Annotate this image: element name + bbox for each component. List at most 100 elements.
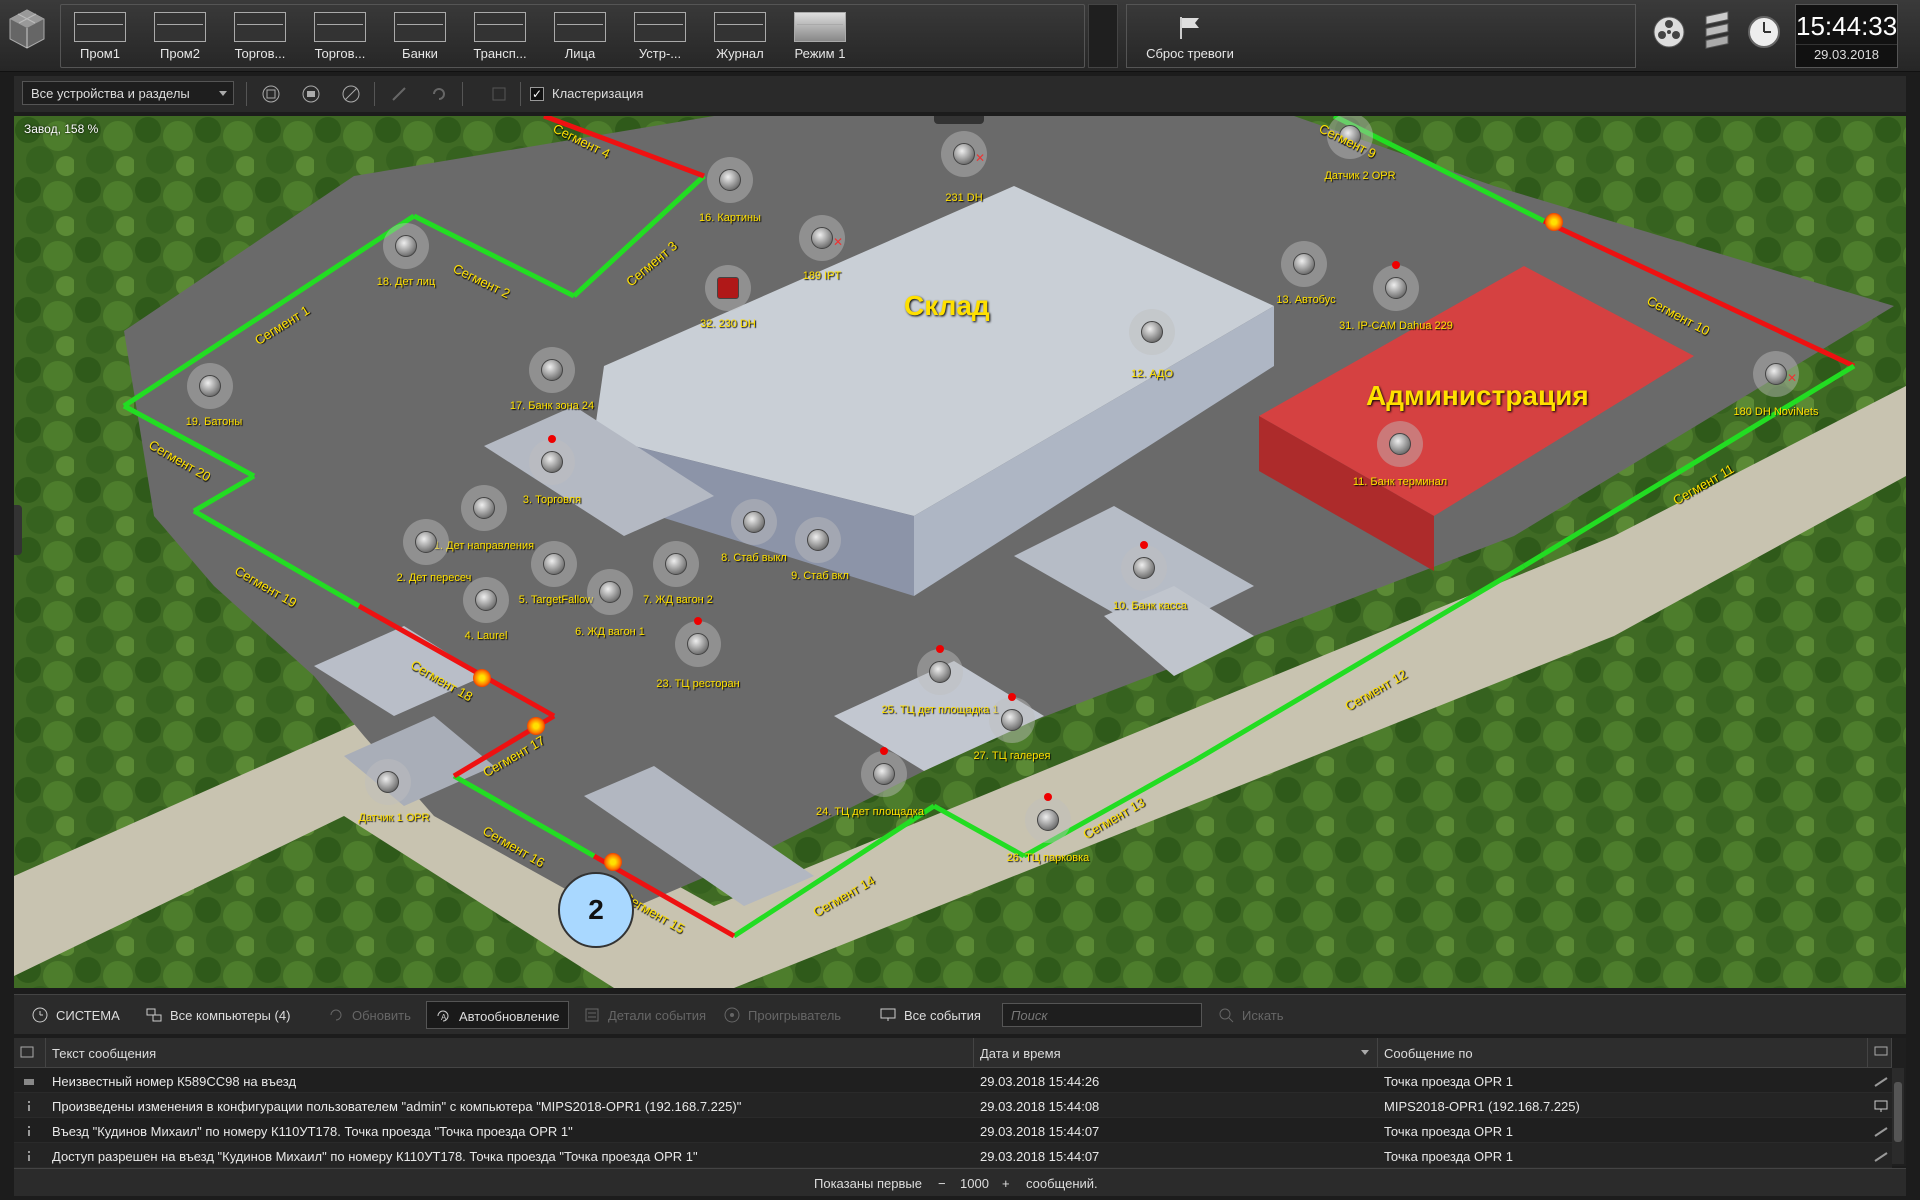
system-button[interactable]: СИСТЕМА [24, 1001, 128, 1029]
shown-count[interactable]: 1000 [960, 1176, 989, 1191]
camera-marker[interactable] [187, 363, 233, 409]
all-events-button[interactable]: Все события [872, 1001, 989, 1029]
toolbar-divider [520, 82, 521, 106]
player-label: Проигрыватель [748, 1008, 842, 1023]
panel-collapse-handle[interactable] [934, 116, 984, 124]
info-icon [28, 1101, 30, 1111]
camera-marker[interactable] [529, 435, 575, 485]
event-details-label: Детали события [608, 1008, 707, 1023]
layout-tab-active[interactable]: Режим 1 [782, 6, 858, 66]
camera-marker[interactable] [731, 499, 777, 545]
table-row[interactable]: Доступ разрешен на въезд "Кудинов Михаил… [14, 1143, 1892, 1168]
stop-icon[interactable] [302, 85, 320, 103]
cluster-badge[interactable]: 2 [558, 872, 634, 948]
camera-marker[interactable] [1373, 261, 1419, 311]
sensor-alarm-dot[interactable] [473, 669, 491, 687]
sensor-alarm-dot[interactable] [1545, 213, 1563, 231]
camera-label: 23. ТЦ ресторан [656, 678, 740, 690]
autorefresh-toggle[interactable]: A Автообновление [426, 1001, 569, 1029]
alert-dot-icon [1140, 541, 1148, 549]
camera-marker[interactable] [461, 485, 507, 531]
layout-thumbnail-icon [234, 12, 286, 42]
alarm-sensor-marker[interactable] [705, 265, 751, 311]
camera-marker[interactable] [587, 569, 633, 615]
all-computers-button[interactable]: Все компьютеры (4) [138, 1001, 298, 1029]
layout-tab[interactable]: Торгов... [222, 6, 298, 66]
layout-tab[interactable]: Трансп... [462, 6, 538, 66]
search-input[interactable] [1002, 1003, 1202, 1027]
player-button[interactable]: Проигрыватель [716, 1001, 849, 1029]
camera-label: 7. ЖД вагон 2 [643, 594, 713, 606]
layout-tab[interactable]: Пром2 [142, 6, 218, 66]
camera-marker[interactable] [531, 541, 577, 587]
edit-icon[interactable] [390, 85, 408, 103]
side-panel-handle[interactable] [14, 505, 22, 555]
sensor-alarm-dot[interactable] [604, 853, 622, 871]
search-button[interactable]: Искать [1210, 1001, 1292, 1029]
alarm-reset-button[interactable]: Сброс тревоги [1135, 11, 1245, 65]
layout-tab[interactable]: Торгов... [302, 6, 378, 66]
camera-marker[interactable]: ✕ [1753, 351, 1799, 397]
camera-marker[interactable] [1377, 421, 1423, 467]
clock-icon[interactable] [1745, 10, 1783, 54]
site-map[interactable]: Завод, 158 % Склад Администрация 16. Кар… [14, 116, 1906, 988]
camera-marker[interactable] [529, 347, 575, 393]
sensor-marker[interactable] [365, 759, 411, 805]
column-header-text[interactable]: Текст сообщения [46, 1038, 974, 1067]
camera-marker[interactable] [1121, 541, 1167, 591]
dome-camera-icon [1765, 363, 1787, 385]
stop-icon[interactable] [262, 85, 280, 103]
camera-marker[interactable] [707, 157, 753, 203]
servers-icon[interactable] [1698, 10, 1736, 54]
scrollbar-thumb[interactable] [1894, 1082, 1902, 1142]
camera-marker[interactable] [861, 747, 907, 797]
dome-camera-icon [953, 143, 975, 165]
cluster-count: 2 [588, 894, 604, 925]
camera-marker[interactable] [1025, 793, 1071, 843]
layout-tab[interactable]: Лица [542, 6, 618, 66]
table-scrollbar[interactable] [1892, 1068, 1904, 1164]
column-header-source[interactable]: Сообщение по [1378, 1038, 1868, 1067]
camera-marker[interactable] [917, 645, 963, 695]
clock-icon [32, 1007, 48, 1023]
camera-marker[interactable]: ✕ [941, 131, 987, 177]
arm-icon[interactable] [490, 85, 508, 103]
layout-tab[interactable]: Устр-... [622, 6, 698, 66]
clustering-checkbox[interactable]: ✓ [530, 87, 544, 101]
layout-tab[interactable]: Пром1 [62, 6, 138, 66]
video-reel-icon[interactable] [1650, 10, 1688, 54]
camera-marker[interactable]: ✕ [799, 215, 845, 261]
layout-thumbnail-icon [634, 12, 686, 42]
camera-marker[interactable] [1281, 241, 1327, 287]
camera-marker[interactable] [403, 519, 449, 565]
increase-count-button[interactable]: + [1002, 1176, 1010, 1191]
refresh-button[interactable]: Обновить [320, 1001, 419, 1029]
layout-tab[interactable]: Банки [382, 6, 458, 66]
dome-camera-icon [473, 497, 495, 519]
clock-date: 29.03.2018 [1796, 44, 1897, 62]
device-scope-select[interactable]: Все устройства и разделы [22, 81, 234, 105]
event-details-button[interactable]: Детали события [576, 1001, 714, 1029]
rotate-icon[interactable] [430, 85, 448, 103]
camera-marker[interactable] [383, 223, 429, 269]
camera-marker[interactable] [989, 693, 1035, 743]
column-header-datetime[interactable]: Дата и время [974, 1038, 1378, 1067]
camera-marker[interactable] [463, 577, 509, 623]
table-row[interactable]: Въезд "Кудинов Михаил" по номеру К110УТ1… [14, 1118, 1892, 1143]
table-row[interactable]: Неизвестный номер К589СС98 на въезд 29.0… [14, 1068, 1892, 1093]
monitor-icon [880, 1008, 896, 1021]
sensor-alarm-dot[interactable] [527, 717, 545, 735]
camera-label: 4. Laurel [464, 630, 508, 642]
column-header-label: Текст сообщения [52, 1046, 157, 1061]
camera-marker[interactable] [653, 541, 699, 587]
alert-dot-icon [1008, 693, 1016, 701]
camera-marker[interactable] [795, 517, 841, 563]
table-row[interactable]: Произведены изменения в конфигурации пол… [14, 1093, 1892, 1118]
toolbar-grip-handle[interactable] [1088, 4, 1118, 68]
layout-tab[interactable]: Журнал [702, 6, 778, 66]
camera-marker[interactable] [675, 617, 721, 667]
events-table: Текст сообщения Дата и время Сообщение п… [14, 1038, 1906, 1168]
disable-icon[interactable] [342, 85, 360, 103]
camera-marker[interactable] [1129, 309, 1175, 355]
decrease-count-button[interactable]: − [938, 1176, 946, 1191]
